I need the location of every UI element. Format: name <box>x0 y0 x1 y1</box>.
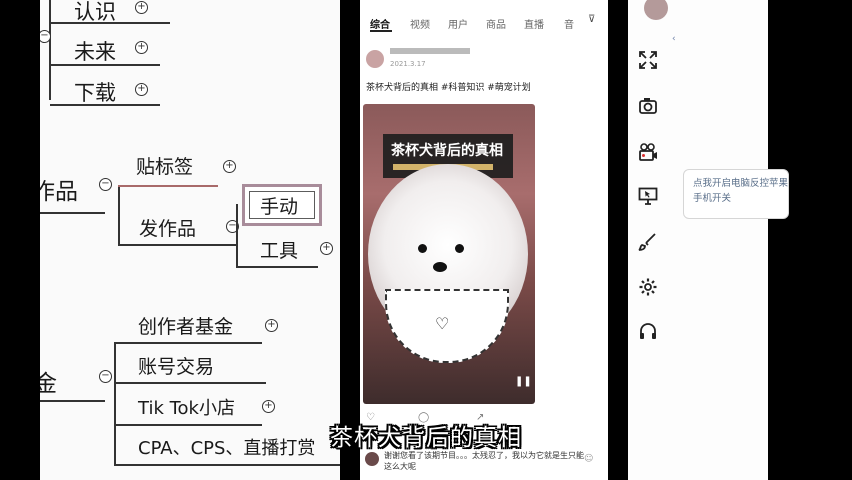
tab-goods[interactable]: 商品 <box>486 16 506 31</box>
node-zuopin[interactable]: 作品 <box>40 172 78 206</box>
tab-user[interactable]: 用户 <box>448 16 468 31</box>
connector <box>236 266 318 268</box>
connector <box>114 342 262 344</box>
expand-plus-icon[interactable]: + <box>320 242 333 255</box>
node-chuangzuozhe[interactable]: 创作者基金 <box>138 312 233 339</box>
connector <box>118 185 120 245</box>
connector <box>49 0 51 100</box>
comment-emoji-icon[interactable]: ☺ <box>584 454 593 464</box>
connector <box>236 204 238 266</box>
dog-nose <box>433 262 447 272</box>
video-thumbnail[interactable]: 茶杯犬背后的真相 ♡ ❚❚ <box>363 104 535 404</box>
expand-plus-icon[interactable]: + <box>135 41 148 54</box>
dog-eye <box>455 244 464 253</box>
connector <box>40 400 105 402</box>
node-weilai[interactable]: 未来 <box>74 36 116 66</box>
filter-icon[interactable]: ⊽ <box>588 14 595 25</box>
node-xiazai[interactable]: 下载 <box>74 77 116 107</box>
computer-control-icon[interactable] <box>638 186 658 206</box>
node-fazuopin[interactable]: 发作品 <box>139 214 196 241</box>
camera-icon[interactable] <box>638 96 658 116</box>
connector <box>114 382 266 384</box>
video-subtitle: 茶杯犬背后的真相 <box>330 425 522 451</box>
collapse-toggle[interactable]: − <box>99 178 112 191</box>
collapse-toggle[interactable]: − <box>99 370 112 383</box>
expand-plus-icon[interactable]: + <box>223 160 236 173</box>
video-title: 茶杯犬背后的真相 <box>391 143 503 159</box>
heart-icon: ♡ <box>435 314 450 333</box>
phone-screen[interactable]: 综合 视频 用户 商品 直播 音 ⊽ 2021.3.17 茶杯犬背后的真相 #科… <box>360 0 608 480</box>
connector <box>40 212 105 214</box>
video-record-icon[interactable] <box>638 142 658 162</box>
expand-plus-icon[interactable]: + <box>135 83 148 96</box>
post-caption[interactable]: 茶杯犬背后的真相 #科普知识 #萌宠计划 <box>366 80 602 93</box>
node-zhanghao[interactable]: 账号交易 <box>138 352 214 379</box>
tab-music[interactable]: 音 <box>564 16 574 31</box>
settings-icon[interactable] <box>638 277 658 297</box>
node-tiktok[interactable]: Tik Tok小店 <box>138 394 235 420</box>
avatar[interactable] <box>644 0 668 20</box>
tooltip-reverse-control: 点我开启电脑反控苹果手机开关 <box>683 169 789 219</box>
connector <box>114 464 340 466</box>
node-shoudong[interactable]: 手动 <box>260 192 298 219</box>
brush-icon[interactable] <box>638 232 658 252</box>
node-jijin[interactable]: 金 <box>40 364 57 398</box>
connector <box>118 244 236 246</box>
mindmap-canvas[interactable]: − 认识 + 未来 + 下载 + 作品 − 贴标签 + 发作品 − 手动 工具 … <box>40 0 340 480</box>
author-avatar[interactable] <box>366 50 384 68</box>
active-tab-underline <box>370 30 392 32</box>
chevron-left-icon[interactable]: ‹ <box>672 34 676 44</box>
tab-zonghe[interactable]: 综合 <box>370 16 390 31</box>
commenter-avatar <box>365 452 379 466</box>
connector <box>118 185 218 187</box>
expand-plus-icon[interactable]: + <box>135 1 148 14</box>
tab-video[interactable]: 视频 <box>410 16 430 31</box>
comment-text: 谢谢您看了该期节目。。。太残忍了，我以为它就是生只能这么大呢 <box>384 451 584 471</box>
expand-plus-icon[interactable]: + <box>265 319 278 332</box>
author-name[interactable] <box>390 48 470 54</box>
expand-plus-icon[interactable]: + <box>262 400 275 413</box>
tool-panel: ‹ <box>628 0 768 480</box>
post-date: 2021.3.17 <box>390 60 426 68</box>
pause-icon[interactable]: ❚❚ <box>515 376 532 387</box>
headset-icon[interactable] <box>638 322 658 342</box>
tab-live[interactable]: 直播 <box>524 16 544 31</box>
node-tiebiaoqian[interactable]: 贴标签 <box>136 152 193 179</box>
fullscreen-icon[interactable] <box>638 50 658 70</box>
node-gongju[interactable]: 工具 <box>260 236 298 263</box>
tooltip-text: 点我开启电脑反控苹果手机开关 <box>693 178 789 204</box>
node-renshi[interactable]: 认识 <box>74 0 116 26</box>
dog-eye <box>418 244 427 253</box>
